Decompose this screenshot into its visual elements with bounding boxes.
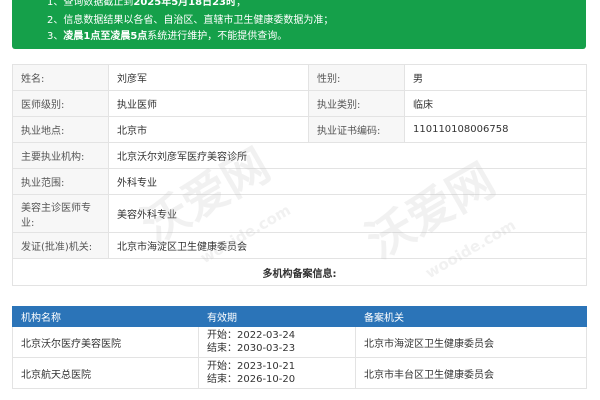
notice-line-1: 1、查询数据截止到2025年5月18日23时； <box>47 0 246 8</box>
institution-label: 主要执业机构: <box>12 142 109 169</box>
authority: 北京市丰台区卫生健康委员会 <box>355 357 587 389</box>
info-row-cosmetic: 美容主诊医师专业: 美容外科专业 <box>12 194 587 233</box>
notice-banner: 1、查询数据截止到2025年5月18日23时； 2、信息数据结果以各省、自治区、… <box>12 0 586 49</box>
multi-header-row: 机构名称 有效期 备案机关 <box>12 306 587 327</box>
notice-line-3: 3、凌晨1点至凌晨5点系统进行维护，不能提供查询。 <box>47 31 288 42</box>
cosmetic-label: 美容主诊医师专业: <box>12 194 109 233</box>
issuer-label: 发证(批准)机关: <box>12 232 109 259</box>
info-row-institution: 主要执业机构: 北京沃尔刘彦军医疗美容诊所 <box>12 142 587 169</box>
notice-line-2: 2、信息数据结果以各省、自治区、直辖市卫生健康委数据为准； <box>47 15 334 26</box>
institution-name: 北京沃尔医疗美容医院 <box>12 326 199 358</box>
multi-institution-title: 多机构备案信息: <box>12 258 587 286</box>
info-row-multi-title: 多机构备案信息: <box>12 258 587 286</box>
gender-value: 男 <box>404 64 587 91</box>
info-row-level: 医师级别: 执业医师 执业类别: 临床 <box>12 90 587 117</box>
authority: 北京市海淀区卫生健康委员会 <box>355 326 587 358</box>
header-validity: 有效期 <box>198 306 356 327</box>
header-authority: 备案机关 <box>355 306 587 327</box>
validity-start: 开始：2023-10-21 <box>207 361 296 372</box>
validity-end: 结束：2026-10-20 <box>207 374 296 385</box>
table-row: 北京航天总医院 开始：2023-10-21 结束：2026-10-20 北京市丰… <box>12 357 587 389</box>
cert-value: 110110108006758 <box>404 116 587 143</box>
category-label: 执业类别: <box>308 90 405 117</box>
multi-institution-table: 机构名称 有效期 备案机关 北京沃尔医疗美容医院 开始：2022-03-24 结… <box>12 306 587 389</box>
institution-name: 北京航天总医院 <box>12 357 199 389</box>
institution-value: 北京沃尔刘彦军医疗美容诊所 <box>108 142 587 169</box>
validity-start: 开始：2022-03-24 <box>207 330 296 341</box>
validity: 开始：2023-10-21 结束：2026-10-20 <box>198 357 356 389</box>
location-value: 北京市 <box>108 116 309 143</box>
name-label: 姓名: <box>12 64 109 91</box>
name-value: 刘彦军 <box>108 64 309 91</box>
scope-value: 外科专业 <box>108 168 587 195</box>
scope-label: 执业范围: <box>12 168 109 195</box>
cosmetic-value: 美容外科专业 <box>108 194 587 233</box>
level-label: 医师级别: <box>12 90 109 117</box>
issuer-value: 北京市海淀区卫生健康委员会 <box>108 232 587 259</box>
validity: 开始：2022-03-24 结束：2030-03-23 <box>198 326 356 358</box>
doctor-info-table: 姓名: 刘彦军 性别: 男 医师级别: 执业医师 执业类别: 临床 执业地点: … <box>12 64 587 286</box>
gender-label: 性别: <box>308 64 405 91</box>
category-value: 临床 <box>404 90 587 117</box>
info-row-issuer: 发证(批准)机关: 北京市海淀区卫生健康委员会 <box>12 232 587 259</box>
info-row-name: 姓名: 刘彦军 性别: 男 <box>12 64 587 91</box>
validity-end: 结束：2030-03-23 <box>207 343 296 354</box>
location-label: 执业地点: <box>12 116 109 143</box>
table-row: 北京沃尔医疗美容医院 开始：2022-03-24 结束：2030-03-23 北… <box>12 326 587 358</box>
info-row-location: 执业地点: 北京市 执业证书编码: 110110108006758 <box>12 116 587 143</box>
info-row-scope: 执业范围: 外科专业 <box>12 168 587 195</box>
header-institution-name: 机构名称 <box>12 306 199 327</box>
cert-label: 执业证书编码: <box>308 116 405 143</box>
level-value: 执业医师 <box>108 90 309 117</box>
